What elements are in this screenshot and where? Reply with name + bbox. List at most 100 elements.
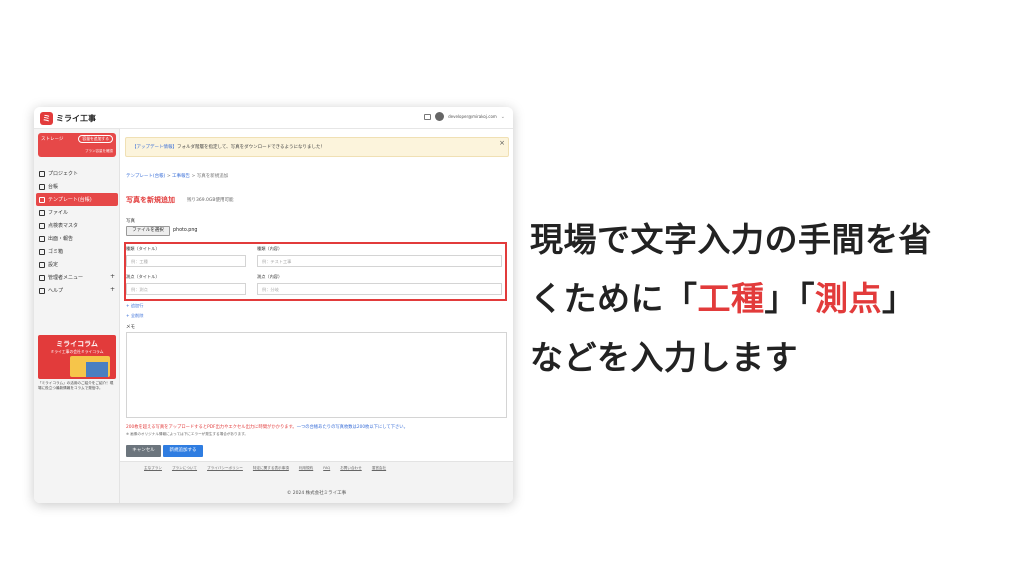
sidebar-item-1[interactable]: 台帳 — [34, 180, 120, 193]
footer: 主なプラン プランについて プライバシーポリシー 特定に関する表示事項 利用規約 FAQ お… — [120, 461, 513, 503]
storage-quota: 残り369.0GB使用可能 — [187, 198, 234, 203]
footer-link[interactable]: 利用規約 — [299, 466, 313, 471]
caption-line-1: 現場で文字入力の手間を省 — [530, 220, 932, 259]
slide: ミ ミライ工事 developer@mirakoj.com ⌄ ストレージ 容量… — [0, 0, 1024, 576]
caption-text: 現場で文字入力の手間を省 くために「工種」「測点」 などを入力します — [530, 210, 1010, 387]
update-notice: 【アップデート情報】フォルダ階層を指定して、写真をダウンロードできるようになりま… — [125, 137, 509, 157]
breadcrumb-ledger[interactable]: 工事報告 — [172, 174, 190, 179]
column-banner[interactable]: ミライコラム ミライ工事の会社ミライコラム — [38, 335, 116, 379]
storage-note[interactable]: プラン容量を確認 — [85, 149, 113, 154]
memo-label: メモ — [126, 325, 135, 330]
submit-button[interactable]: 新規追加する — [163, 445, 203, 457]
app-logo[interactable]: ミ ミライ工事 — [40, 111, 96, 125]
sidebar-item-label: テンプレート(台帳) — [48, 197, 92, 203]
sidebar-item-3[interactable]: ファイル — [34, 206, 120, 219]
choose-file-button[interactable]: ファイルを選択 — [126, 226, 170, 236]
sidebar-item-0[interactable]: プロジェクト — [34, 167, 120, 180]
footer-link[interactable]: FAQ — [323, 466, 330, 471]
caption-line-2-part: 」「 — [764, 279, 815, 318]
storage-card: ストレージ 容量を追加する プラン容量を確認 — [38, 133, 116, 157]
main-content: 【アップデート情報】フォルダ階層を指定して、写真をダウンロードできるようになりま… — [120, 129, 513, 503]
expand-plus-icon[interactable]: + — [110, 274, 115, 280]
storage-label: ストレージ — [41, 137, 64, 142]
type-content-input[interactable]: 例：テスト工事 — [257, 255, 502, 267]
help-icon — [39, 287, 45, 294]
app-window: ミ ミライ工事 developer@mirakoj.com ⌄ ストレージ 容量… — [34, 107, 513, 503]
sidebar-item-label: 出面・報告 — [48, 236, 74, 242]
top-bar: ミ ミライ工事 developer@mirakoj.com ⌄ — [34, 107, 513, 129]
sidebar-item-7[interactable]: 設定 — [34, 258, 120, 271]
logo-icon: ミ — [40, 111, 53, 125]
sidebar-item-4[interactable]: 点検表マスタ — [34, 219, 120, 232]
sidebar-item-label: 設定 — [48, 262, 59, 268]
caption-line-2-part: 」 — [882, 279, 916, 318]
caption-highlight-sokuten: 測点 — [815, 279, 882, 318]
sidebar-item-8[interactable]: 管理者メニュー + — [34, 271, 120, 284]
caption-line-2: くために「工種」「測点」 — [530, 269, 1010, 328]
gear-icon — [39, 261, 45, 268]
image-note: ※ 画像のオリジナル情報によっては下にエラーが発生する場合があります。 — [126, 432, 249, 436]
cancel-button[interactable]: キャンセル — [126, 445, 161, 457]
avatar[interactable] — [435, 112, 445, 121]
sidebar-item-5[interactable]: 出面・報告 — [34, 232, 120, 245]
photo-label: 写真 — [126, 219, 135, 224]
sidebar-item-label: プロジェクト — [48, 171, 79, 177]
page-title: 写真を新規追加 — [126, 196, 175, 204]
footer-link[interactable]: プランについて — [172, 466, 197, 471]
upload-limit-text: 一つの台帳あたりの写真枚数は200枚以下にして下さい。 — [296, 425, 408, 430]
upload-warning-text: 200枚を超える写真をアップロードするとPDF出力やエクセル出力に時間がかかりま… — [126, 425, 297, 430]
memo-textarea[interactable] — [126, 332, 507, 418]
delete-all-link[interactable]: + 全削除 — [126, 313, 143, 319]
folder-icon — [39, 170, 45, 177]
selected-file-name: photo.png — [173, 228, 198, 233]
breadcrumb-template[interactable]: テンプレート(台帳) — [126, 174, 165, 179]
footer-link[interactable]: お問い合わせ — [340, 466, 362, 471]
caption-line-2-part: くために「 — [530, 279, 698, 318]
footer-link[interactable]: 運営会社 — [372, 466, 386, 471]
ledger-icon — [39, 183, 45, 190]
checklist-icon — [39, 222, 45, 229]
footer-links: 主なプラン プランについて プライバシーポリシー 特定に関する表示事項 利用規約 FAQ お… — [144, 466, 386, 471]
sidebar: ストレージ 容量を追加する プラン容量を確認 プロジェクト 台帳テンプレート(台帳… — [34, 129, 120, 503]
add-row-link[interactable]: + 追加行 — [126, 303, 143, 309]
breadcrumb-separator: > — [166, 174, 171, 179]
report-icon — [39, 235, 45, 242]
footer-link[interactable]: 主なプラン — [144, 466, 162, 471]
banner-title: ミライコラム — [56, 340, 98, 348]
sidebar-item-2[interactable]: テンプレート(台帳) — [36, 193, 118, 206]
banner-description: 「ミライコラム」の活用のご紹介をご紹介！現場に役立つ最新情報をコラムで発信中。 — [38, 381, 114, 390]
field-label-point-content: 測点（内容） — [257, 274, 283, 279]
sidebar-item-label: 管理者メニュー — [48, 275, 84, 281]
storage-upgrade-button[interactable]: 容量を追加する — [78, 135, 113, 143]
notice-text: フォルダ階層を指定して、写真をダウンロードできるようになりました！ — [177, 145, 326, 150]
close-icon[interactable]: × — [499, 139, 505, 147]
footer-link[interactable]: 特定に関する表示事項 — [253, 466, 289, 471]
chevron-down-icon[interactable]: ⌄ — [501, 114, 505, 120]
logo-text: ミライ工事 — [56, 113, 96, 123]
field-label-type-title: 種類（タイトル） — [126, 246, 160, 251]
field-label-point-title: 測点（タイトル） — [126, 274, 160, 279]
sidebar-item-label: ゴミ箱 — [48, 249, 64, 255]
type-title-input[interactable]: 例：工種 — [126, 255, 246, 267]
copyright: © 2024 株式会社ミライ工事 — [286, 491, 347, 496]
notice-tag[interactable]: 【アップデート情報】 — [132, 145, 177, 150]
sidebar-item-label: 点検表マスタ — [48, 223, 79, 229]
banner-subtitle: ミライ工事の会社ミライコラム — [50, 349, 104, 354]
footer-link[interactable]: プライバシーポリシー — [207, 466, 243, 471]
caption-highlight-koshu: 工種 — [697, 279, 765, 318]
file-icon — [39, 209, 45, 216]
breadcrumb: テンプレート(台帳) > 工事報告 > 写真を新規追加 — [126, 173, 228, 179]
user-email[interactable]: developer@mirakoj.com — [448, 114, 497, 119]
point-content-input[interactable]: 例：分岐 — [257, 283, 502, 295]
sidebar-item-label: ファイル — [48, 210, 69, 216]
user-area: developer@mirakoj.com ⌄ — [424, 112, 505, 121]
breadcrumb-current: 写真を新規追加 — [196, 174, 229, 179]
expand-plus-icon[interactable]: + — [110, 287, 115, 293]
book-icon[interactable] — [424, 113, 432, 120]
sidebar-item-6[interactable]: ゴミ箱 — [34, 245, 120, 258]
admin-icon — [39, 274, 45, 281]
sidebar-item-label: ヘルプ — [48, 288, 64, 294]
point-title-input[interactable]: 例：測点 — [126, 283, 246, 295]
sidebar-item-label: 台帳 — [48, 184, 59, 190]
sidebar-item-9[interactable]: ヘルプ + — [34, 284, 120, 297]
